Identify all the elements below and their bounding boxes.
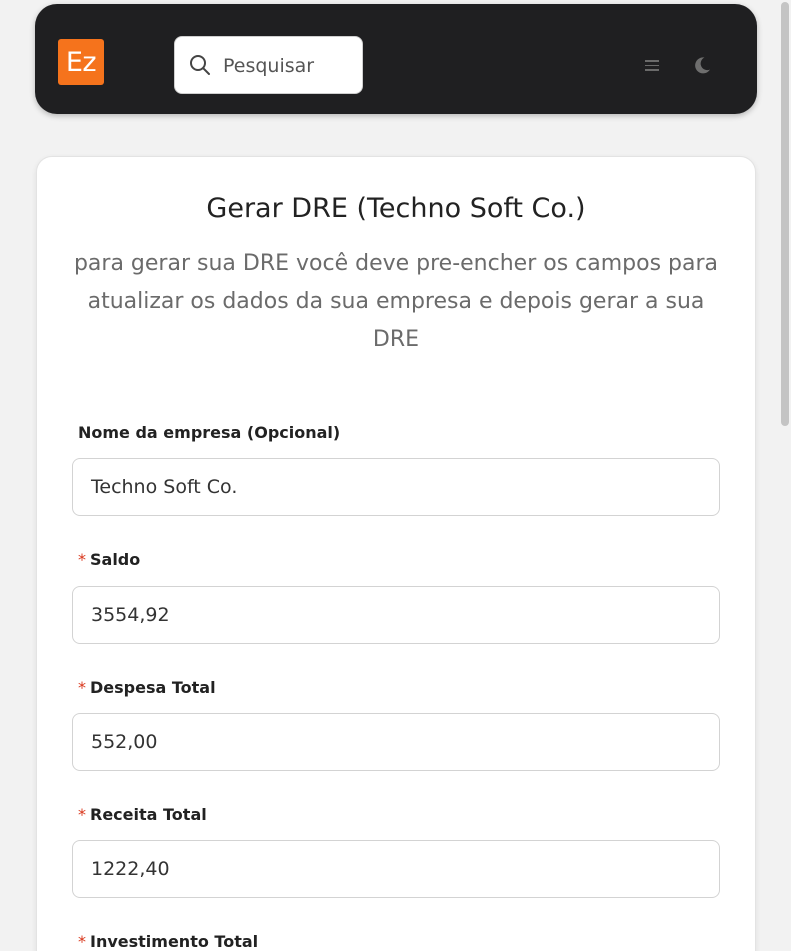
required-marker: * [78,932,86,951]
logo[interactable]: Ez [58,39,104,85]
total-revenue-input[interactable]: 1222,40 [72,840,720,898]
company-name-label: Nome da empresa (Opcional) [78,423,341,442]
moon-icon[interactable] [691,54,713,76]
balance-label: * Saldo [78,550,141,569]
total-expense-label: * Despesa Total [78,678,216,697]
search-icon [190,55,210,75]
total-revenue-label: * Receita Total [78,805,207,824]
search-box[interactable]: Pesquisar [174,36,363,94]
required-marker: * [78,678,86,697]
total-expense-input[interactable]: 552,00 [72,713,720,771]
page-title: Gerar DRE (Techno Soft Co.) [206,193,586,224]
search-input[interactable]: Pesquisar [223,55,314,77]
page: Ez Pesquisar Gerar DRE (Techno Soft Co.)… [0,0,791,951]
company-name-input[interactable]: Techno Soft Co. [72,458,720,516]
dre-form-card: Gerar DRE (Techno Soft Co.) para gerar s… [36,156,756,951]
required-marker: * [78,805,86,824]
required-marker: * [78,550,86,569]
scrollbar-thumb[interactable] [781,2,789,426]
page-scrollbar[interactable] [780,0,791,951]
menu-icon[interactable] [645,60,659,71]
balance-input[interactable]: 3554,92 [72,586,720,644]
page-subtitle: para gerar sua DRE você deve pre-encher … [73,251,719,352]
total-investment-label: * Investimento Total [78,932,259,951]
top-navbar: Ez Pesquisar [35,4,757,114]
